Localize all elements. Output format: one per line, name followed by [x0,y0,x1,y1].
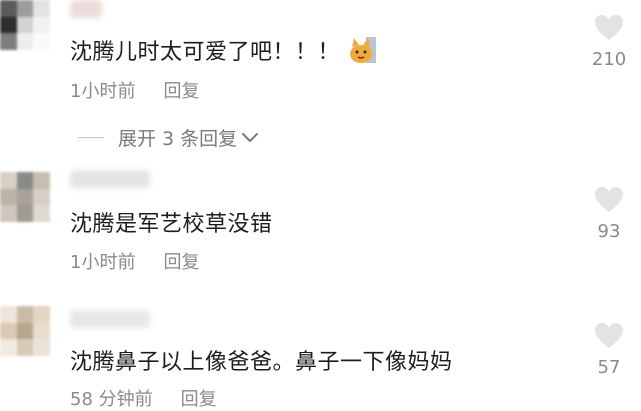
reply-button[interactable]: 回复 [163,81,199,102]
like-count: 93 [597,221,621,242]
like-button[interactable]: 210 [586,14,632,70]
comment-text: 沈腾儿时太可爱了吧！！！ [70,34,378,71]
reply-button[interactable]: 回复 [181,389,217,410]
comment-meta: 1小时前 回复 [70,77,199,103]
comment-text: 沈腾是军艺校草没错 [70,212,273,237]
timestamp: 1小时前 [70,252,136,273]
like-count: 57 [597,357,621,378]
like-button[interactable]: 93 [586,186,632,242]
avatar[interactable] [0,0,50,50]
cat-sticker-icon [348,35,378,71]
username[interactable] [70,0,102,18]
like-count: 210 [591,49,627,70]
heart-icon [595,15,623,40]
chevron-down-icon [242,132,259,142]
avatar[interactable] [0,306,50,356]
comment-text: 沈腾鼻子以上像爸爸。鼻子一下像妈妈 [70,350,453,375]
like-button[interactable]: 57 [586,322,632,378]
heart-icon [595,323,623,348]
heart-icon [595,187,623,212]
expand-replies-button[interactable]: 展开 3 条回复 [78,124,259,151]
comment-meta: 58 分钟前 回复 [70,385,217,411]
avatar[interactable] [0,172,50,222]
timestamp: 1小时前 [70,81,136,102]
username[interactable] [70,170,150,188]
reply-button[interactable]: 回复 [163,252,199,273]
comment-meta: 1小时前 回复 [70,248,199,274]
username[interactable] [70,310,150,328]
timestamp: 58 分钟前 [70,389,153,410]
expand-replies-label: 展开 3 条回复 [118,128,238,150]
divider [78,137,104,138]
